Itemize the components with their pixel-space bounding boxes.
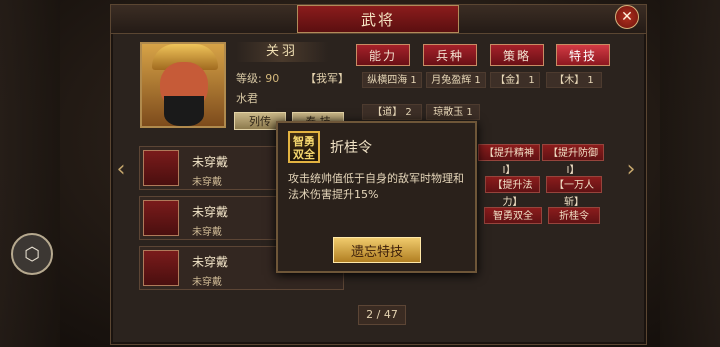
tab-strategy[interactable]: 策略 xyxy=(490,44,544,66)
skill-item[interactable]: 【金】 1 xyxy=(490,72,540,88)
skill-item[interactable]: 折桂令 xyxy=(548,207,600,224)
skill-detail-popup: 智勇双全 折桂令 攻击统帅值低于自身的敌军时物理和法术伤害提升15% 遗忘特技 xyxy=(276,121,477,273)
skill-badge-icon: 智勇双全 xyxy=(288,131,320,163)
equip-status: 未穿戴 xyxy=(192,227,222,238)
window-title: 武将 xyxy=(360,10,395,29)
general-portrait[interactable] xyxy=(140,42,226,128)
level-label: 等级: xyxy=(236,72,262,85)
skill-item[interactable]: 琼散玉 1 xyxy=(426,104,480,120)
cube-icon: ⬡ xyxy=(24,243,40,265)
level-value: 90 xyxy=(265,72,280,85)
background-right-edge xyxy=(660,0,720,347)
tab-special-skill[interactable]: 特技 xyxy=(556,44,610,66)
skill-item[interactable]: 月兔盈辉 1 xyxy=(426,72,486,88)
skill-item[interactable]: 纵横四海 1 xyxy=(362,72,422,88)
close-button[interactable]: ✕ xyxy=(615,5,639,29)
forget-skill-button[interactable]: 遗忘特技 xyxy=(333,237,421,263)
window-title-plate: 武将 xyxy=(297,5,459,33)
equip-name: 未穿戴 xyxy=(192,205,229,219)
level-info: 等级: 90 xyxy=(236,70,279,86)
equip-slot-icon xyxy=(143,250,179,286)
skill-item[interactable]: 智勇双全 xyxy=(484,207,542,224)
faction-label: 【我军】 xyxy=(305,72,349,85)
page-indicator: 2 / 47 xyxy=(358,305,406,325)
skill-item[interactable]: 【木】 1 xyxy=(546,72,602,88)
equip-name: 未穿戴 xyxy=(192,155,229,169)
close-icon: ✕ xyxy=(621,9,633,25)
cube-menu-button[interactable]: ⬡ xyxy=(11,233,53,275)
next-arrow-icon[interactable]: › xyxy=(622,155,640,185)
skill-item[interactable]: 【提升精神 I】 xyxy=(478,144,540,176)
skill-item[interactable]: 【一万人斩】 xyxy=(546,176,602,208)
background-left-edge xyxy=(0,0,60,347)
skill-item[interactable]: 【提升法力】 xyxy=(485,176,540,208)
equip-slot-icon xyxy=(143,150,179,186)
equip-status: 未穿戴 xyxy=(192,177,222,188)
titlebar: 武将 xyxy=(111,5,646,34)
tab-troops[interactable]: 兵种 xyxy=(423,44,477,66)
popup-title: 折桂令 xyxy=(330,140,372,156)
equip-slot-icon xyxy=(143,200,179,236)
tab-ability[interactable]: 能力 xyxy=(356,44,410,66)
equip-name: 未穿戴 xyxy=(192,255,229,269)
skill-item[interactable]: 【提升防御 I】 xyxy=(542,144,604,176)
general-title: 水君 xyxy=(236,92,258,105)
popup-description: 攻击统帅值低于自身的敌军时物理和法术伤害提升15% xyxy=(288,172,464,201)
prev-arrow-icon[interactable]: ‹ xyxy=(112,155,130,185)
skill-item[interactable]: 【道】 2 xyxy=(362,104,422,120)
equip-status: 未穿戴 xyxy=(192,277,222,288)
general-name: 关羽 xyxy=(236,42,328,62)
portrait-beard xyxy=(164,96,204,126)
